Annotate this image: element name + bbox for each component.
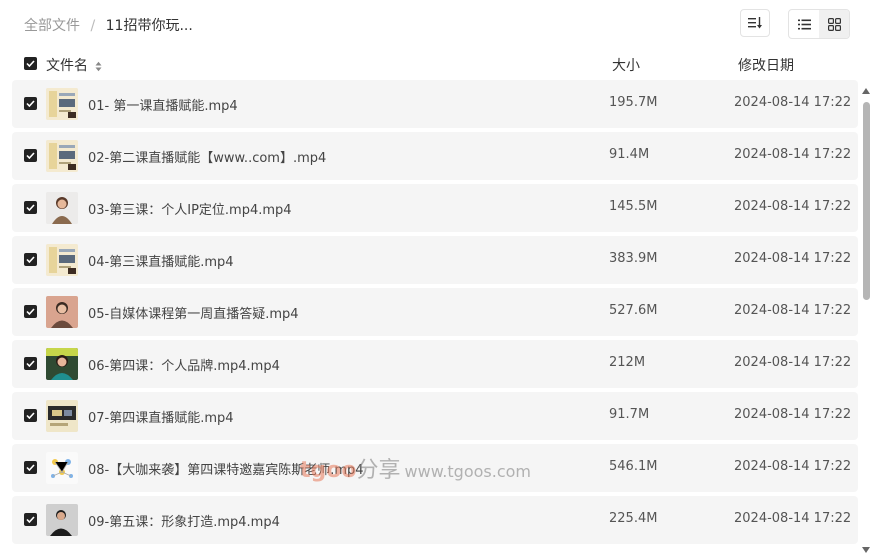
date-column-header[interactable]: 修改日期 <box>738 55 794 75</box>
table-row[interactable]: 09-第五课：形象打造.mp4.mp4 225.4M 2024-08-14 17:2… <box>12 496 858 544</box>
checkmark-icon <box>26 412 35 419</box>
file-name[interactable]: 09-第五课：形象打造.mp4.mp4 <box>88 511 280 530</box>
row-checkbox[interactable] <box>24 253 37 266</box>
table-header: 文件名 大小 修改日期 <box>0 50 860 78</box>
video-thumbnail[interactable] <box>46 504 78 536</box>
file-name[interactable]: 01- 第一课直播赋能.mp4 <box>88 95 238 114</box>
file-name[interactable]: 04-第三课直播赋能.mp4 <box>88 251 234 270</box>
checkmark-icon <box>26 152 35 159</box>
file-modified-date: 2024-08-14 17:22 <box>734 459 852 474</box>
file-size: 383.9M <box>609 251 658 266</box>
row-checkbox[interactable] <box>24 461 37 474</box>
file-size: 546.1M <box>609 459 658 474</box>
sort-icon <box>748 17 762 29</box>
view-toggle <box>788 9 850 39</box>
video-thumbnail[interactable] <box>46 140 78 172</box>
checkmark-icon <box>26 204 35 211</box>
file-modified-date: 2024-08-14 17:22 <box>734 303 852 318</box>
row-checkbox[interactable] <box>24 305 37 318</box>
top-bar: 全部文件 / 11招带你玩... <box>0 0 874 48</box>
file-modified-date: 2024-08-14 17:22 <box>734 355 852 370</box>
size-column-header[interactable]: 大小 <box>612 55 640 75</box>
list-view-button[interactable] <box>789 10 819 38</box>
file-size: 527.6M <box>609 303 658 318</box>
file-modified-date: 2024-08-14 17:22 <box>734 95 852 110</box>
file-name[interactable]: 06-第四课：个人品牌.mp4.mp4 <box>88 355 280 374</box>
table-row[interactable]: 07-第四课直播赋能.mp4 91.7M 2024-08-14 17:22 <box>12 392 858 440</box>
file-name[interactable]: 07-第四课直播赋能.mp4 <box>88 407 234 426</box>
video-thumbnail[interactable] <box>46 88 78 120</box>
table-row[interactable]: 06-第四课：个人品牌.mp4.mp4 212M 2024-08-14 17:22 <box>12 340 858 388</box>
row-checkbox[interactable] <box>24 409 37 422</box>
file-size: 195.7M <box>609 95 658 110</box>
file-modified-date: 2024-08-14 17:22 <box>734 147 852 162</box>
select-all-checkbox[interactable] <box>24 57 37 70</box>
row-checkbox[interactable] <box>24 149 37 162</box>
scroll-down-arrow-icon[interactable] <box>862 547 870 553</box>
breadcrumb-current-folder: 11招带你玩... <box>105 18 193 34</box>
table-row[interactable]: 05-自媒体课程第一周直播答疑.mp4 527.6M 2024-08-14 17:2… <box>12 288 858 336</box>
file-modified-date: 2024-08-14 17:22 <box>734 511 852 526</box>
grid-view-icon <box>827 17 841 31</box>
file-modified-date: 2024-08-14 17:22 <box>734 199 852 214</box>
file-size: 212M <box>609 355 646 370</box>
checkmark-icon <box>26 100 35 107</box>
row-checkbox[interactable] <box>24 201 37 214</box>
table-row[interactable]: 04-第三课直播赋能.mp4 383.9M 2024-08-14 17:22 <box>12 236 858 284</box>
sort-button[interactable] <box>740 9 770 37</box>
file-name[interactable]: 08-【大咖来袭】第四课特邀嘉宾陈斯老师.mp4 <box>88 459 364 478</box>
scrollbar-thumb[interactable] <box>863 102 870 300</box>
list-view-icon <box>797 19 811 29</box>
checkmark-icon <box>26 516 35 523</box>
video-thumbnail[interactable] <box>46 400 78 432</box>
table-row[interactable]: 03-第三课：个人IP定位.mp4.mp4 145.5M 2024-08-14 17… <box>12 184 858 232</box>
file-modified-date: 2024-08-14 17:22 <box>734 251 852 266</box>
checkmark-icon <box>26 256 35 263</box>
table-row[interactable]: 02-第二课直播赋能【www..com】.mp4 91.4M 2024-08-14 … <box>12 132 858 180</box>
checkmark-icon <box>26 360 35 367</box>
file-list: 01- 第一课直播赋能.mp4 195.7M 2024-08-14 17:22 02-… <box>0 80 860 559</box>
scrollbar[interactable] <box>860 84 874 559</box>
video-thumbnail[interactable] <box>46 296 78 328</box>
file-size: 91.4M <box>609 147 650 162</box>
checkmark-icon <box>26 308 35 315</box>
file-name[interactable]: 02-第二课直播赋能【www..com】.mp4 <box>88 147 326 166</box>
name-column-label: 文件名 <box>46 58 88 74</box>
breadcrumb: 全部文件 / 11招带你玩... <box>24 15 193 35</box>
file-size: 91.7M <box>609 407 650 422</box>
file-size: 145.5M <box>609 199 658 214</box>
breadcrumb-separator: / <box>90 18 96 34</box>
sort-arrows-icon <box>95 61 102 71</box>
video-thumbnail[interactable] <box>46 244 78 276</box>
row-checkbox[interactable] <box>24 357 37 370</box>
video-thumbnail[interactable] <box>46 192 78 224</box>
row-checkbox[interactable] <box>24 513 37 526</box>
checkmark-icon <box>26 464 35 471</box>
checkmark-icon <box>26 60 35 67</box>
table-row[interactable]: 08-【大咖来袭】第四课特邀嘉宾陈斯老师.mp4 546.1M 2024-08-14… <box>12 444 858 492</box>
table-row[interactable]: 01- 第一课直播赋能.mp4 195.7M 2024-08-14 17:22 <box>12 80 858 128</box>
scroll-up-arrow-icon[interactable] <box>862 88 870 94</box>
file-modified-date: 2024-08-14 17:22 <box>734 407 852 422</box>
row-checkbox[interactable] <box>24 97 37 110</box>
file-size: 225.4M <box>609 511 658 526</box>
video-thumbnail[interactable] <box>46 348 78 380</box>
file-name[interactable]: 03-第三课：个人IP定位.mp4.mp4 <box>88 199 292 218</box>
grid-view-button[interactable] <box>819 10 849 38</box>
name-column-header[interactable]: 文件名 <box>46 55 102 75</box>
breadcrumb-root-link[interactable]: 全部文件 <box>24 18 80 34</box>
video-thumbnail[interactable] <box>46 452 78 484</box>
file-name[interactable]: 05-自媒体课程第一周直播答疑.mp4 <box>88 303 299 322</box>
